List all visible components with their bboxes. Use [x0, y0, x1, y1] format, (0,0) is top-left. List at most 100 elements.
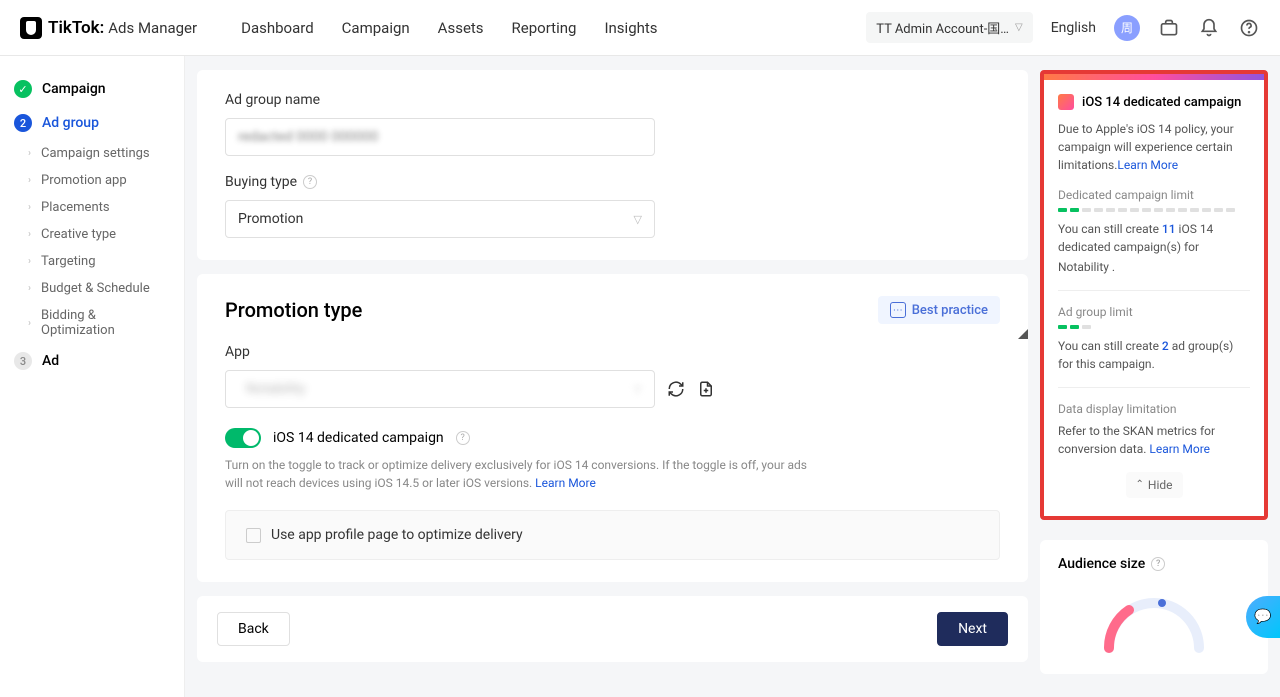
campaign-limit-count: 11: [1162, 222, 1176, 236]
ios14-toggle[interactable]: [225, 428, 261, 448]
sidebar-step2-label: Ad group: [42, 115, 99, 131]
hide-button[interactable]: ⌃ Hide: [1126, 472, 1183, 498]
brand-logo[interactable]: TikTok: Ads Manager: [20, 17, 197, 39]
collapse-icon: ⌃: [1136, 479, 1144, 490]
promotion-type-title-row: Promotion type Best practice: [225, 296, 1000, 324]
account-select[interactable]: TT Admin Account-国… ▽: [866, 12, 1032, 43]
ios14-toggle-label: iOS 14 dedicated campaign: [273, 430, 444, 446]
step-number-icon: 3: [14, 352, 32, 370]
next-button[interactable]: Next: [937, 612, 1008, 646]
profile-page-checkbox-card: Use app profile page to optimize deliver…: [225, 510, 1000, 560]
ad-group-name-label: Ad group name: [225, 92, 1000, 108]
chat-fab[interactable]: [1246, 596, 1280, 638]
chevron-right-icon: ›: [28, 283, 31, 294]
sidebar-sub-placements[interactable]: ›Placements: [0, 194, 184, 221]
help-tooltip-icon[interactable]: [456, 431, 470, 445]
nav-dashboard[interactable]: Dashboard: [241, 19, 314, 37]
layout: Campaign 2 Ad group ›Campaign settings ›…: [0, 56, 1280, 697]
audience-gauge: [1094, 588, 1214, 658]
learn-more-link[interactable]: Learn More: [535, 476, 596, 490]
chevron-down-icon: ▽: [634, 213, 642, 226]
app-value: Notability: [246, 381, 305, 397]
help-icon[interactable]: [1238, 17, 1260, 39]
app-row: Notability ▽: [225, 370, 1000, 408]
sidebar: Campaign 2 Ad group ›Campaign settings ›…: [0, 56, 185, 697]
panel-body: iOS 14 dedicated campaign Due to Apple's…: [1044, 80, 1264, 516]
panel-sec1-text: You can still create 11 iOS 14 dedicated…: [1058, 220, 1250, 276]
promotion-type-card: Promotion type Best practice App Notabil…: [197, 274, 1028, 582]
sidebar-sub-targeting[interactable]: ›Targeting: [0, 248, 184, 275]
panel-divider: [1058, 387, 1250, 388]
profile-page-checkbox-row[interactable]: Use app profile page to optimize deliver…: [246, 527, 979, 543]
checkbox-icon[interactable]: [246, 528, 261, 543]
ios14-badge-icon: [1058, 94, 1074, 110]
app-select[interactable]: Notability ▽: [225, 370, 655, 408]
sidebar-sub-budget-schedule[interactable]: ›Budget & Schedule: [0, 275, 184, 302]
buying-type-select[interactable]: Promotion ▽: [225, 200, 655, 238]
nav-right: TT Admin Account-国… ▽ English 周: [866, 12, 1260, 43]
nav-insights[interactable]: Insights: [604, 19, 657, 37]
panel-sec3-link[interactable]: Learn More: [1149, 442, 1210, 456]
help-tooltip-icon[interactable]: [303, 175, 317, 189]
panel-sec2-title: Ad group limit: [1058, 305, 1250, 319]
best-practice-button[interactable]: Best practice: [878, 296, 1000, 324]
chevron-down-icon: ▽: [634, 383, 642, 396]
ad-group-name-value: redacted 0000 000000: [238, 129, 378, 145]
ios14-info-panel: iOS 14 dedicated campaign Due to Apple's…: [1040, 70, 1268, 520]
main-content: Ad group name redacted 0000 000000 Buyin…: [185, 56, 1040, 697]
chevron-right-icon: ›: [28, 229, 31, 240]
adgroup-limit-count: 2: [1162, 339, 1169, 353]
nav-assets[interactable]: Assets: [438, 19, 484, 37]
campaign-limit-dashes: [1058, 208, 1250, 212]
sidebar-step3-label: Ad: [42, 353, 59, 369]
chevron-right-icon: ›: [28, 318, 31, 329]
nav-reporting[interactable]: Reporting: [512, 19, 577, 37]
sidebar-sub-bidding[interactable]: ›Bidding & Optimization: [0, 302, 184, 344]
panel-sec1-title: Dedicated campaign limit: [1058, 188, 1250, 202]
business-center-icon[interactable]: [1158, 17, 1180, 39]
right-column: iOS 14 dedicated campaign Due to Apple's…: [1040, 56, 1280, 697]
sidebar-step-ad[interactable]: 3 Ad: [0, 344, 184, 378]
sidebar-step-adgroup[interactable]: 2 Ad group: [0, 106, 184, 140]
ios14-toggle-row: iOS 14 dedicated campaign: [225, 428, 1000, 448]
footer-row: Back Next: [197, 596, 1028, 662]
panel-title-row: iOS 14 dedicated campaign: [1058, 94, 1250, 110]
app-label: App: [225, 344, 1000, 360]
chevron-right-icon: ›: [28, 202, 31, 213]
brand-name: TikTok:: [48, 18, 104, 38]
scroll-area[interactable]: Ad group name redacted 0000 000000 Buyin…: [197, 56, 1028, 697]
avatar[interactable]: 周: [1114, 15, 1140, 41]
account-label: TT Admin Account-国…: [876, 18, 1009, 37]
panel-intro: Due to Apple's iOS 14 policy, your campa…: [1058, 120, 1250, 174]
sidebar-sub-promotion-app[interactable]: ›Promotion app: [0, 167, 184, 194]
panel-sec3-title: Data display limitation: [1058, 402, 1250, 416]
chevron-right-icon: ›: [28, 175, 31, 186]
ad-group-name-input[interactable]: redacted 0000 000000: [225, 118, 655, 156]
audience-size-title: Audience size: [1058, 556, 1145, 572]
nav-campaign[interactable]: Campaign: [342, 19, 410, 37]
tiktok-logo-icon: [20, 17, 42, 39]
back-button[interactable]: Back: [217, 612, 290, 646]
promotion-type-title: Promotion type: [225, 298, 362, 322]
add-document-icon[interactable]: [697, 380, 715, 398]
brand-sub: Ads Manager: [108, 19, 197, 37]
panel-title: iOS 14 dedicated campaign: [1082, 95, 1241, 110]
chevron-right-icon: ›: [28, 148, 31, 159]
ios14-helper-text: Turn on the toggle to track or optimize …: [225, 456, 825, 492]
chevron-right-icon: ›: [28, 256, 31, 267]
panel-sec3-text: Refer to the SKAN metrics for conversion…: [1058, 422, 1250, 458]
sidebar-sub-creative-type[interactable]: ›Creative type: [0, 221, 184, 248]
help-tooltip-icon[interactable]: [1151, 557, 1165, 571]
notification-icon[interactable]: [1198, 17, 1220, 39]
sidebar-sub-campaign-settings[interactable]: ›Campaign settings: [0, 140, 184, 167]
language-select[interactable]: English: [1051, 20, 1096, 36]
sidebar-step1-label: Campaign: [42, 81, 106, 97]
refresh-icon[interactable]: [667, 380, 685, 398]
adgroup-limit-dashes: [1058, 325, 1250, 329]
top-nav: TikTok: Ads Manager Dashboard Campaign A…: [0, 0, 1280, 56]
check-icon: [14, 80, 32, 98]
sidebar-step-campaign[interactable]: Campaign: [0, 72, 184, 106]
panel-learn-more-link[interactable]: Learn More: [1117, 158, 1178, 172]
panel-divider: [1058, 290, 1250, 291]
corner-triangle-icon: [1018, 329, 1028, 339]
